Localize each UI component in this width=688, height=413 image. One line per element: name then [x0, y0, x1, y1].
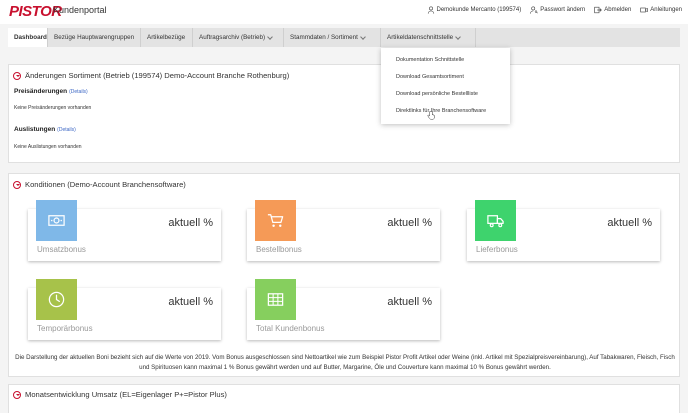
chevron-down-icon	[267, 33, 273, 40]
price-details-link[interactable]: (Details)	[69, 89, 88, 95]
logout-icon	[594, 6, 603, 14]
clock-icon	[48, 291, 65, 308]
conditions-panel: Konditionen (Demo-Account Branchensoftwa…	[8, 173, 680, 377]
collapse-icon	[13, 180, 21, 189]
tab-dashboard[interactable]: Dashboard	[8, 28, 48, 47]
tab-bezuege-hauptwarengruppen[interactable]: Bezüge Hauptwarengruppen	[48, 28, 141, 47]
hand-cursor-icon	[427, 111, 435, 120]
user-key-icon	[530, 6, 539, 14]
delist-details-link[interactable]: (Details)	[57, 127, 76, 133]
password-label: Passwort ändern	[540, 7, 586, 13]
bonus-note: Die Darstellung der aktuellen Boni bezie…	[15, 354, 675, 371]
collapse-icon	[13, 390, 21, 399]
temporaer-icon-tile	[36, 279, 77, 320]
portal-title: Kundenportal	[53, 5, 107, 15]
table-icon	[267, 293, 284, 306]
tab-artikeldatenschnittstelle[interactable]: Artikeldatenschnittstelle	[381, 28, 476, 47]
tab-label: Auftragsarchiv (Betrieb)	[199, 34, 266, 41]
liefer-icon-tile	[475, 200, 516, 241]
bonus-card-umsatz: aktuell % Umsatzbonus	[28, 200, 221, 261]
delistings-text: Keine Auslistungen vorhanden	[14, 144, 82, 150]
umsatz-icon-tile	[36, 200, 77, 241]
temporaer-label: Temporärbonus	[37, 324, 93, 333]
conditions-panel-title: Konditionen (Demo-Account Branchensoftwa…	[25, 180, 186, 189]
bestell-value: aktuell %	[387, 217, 432, 229]
tab-label: Artikeldatenschnittstelle	[387, 34, 454, 41]
video-icon	[640, 7, 648, 13]
liefer-label: Lieferbonus	[476, 245, 518, 254]
conditions-panel-header[interactable]: Konditionen (Demo-Account Branchensoftwa…	[13, 180, 186, 189]
tab-artikelbezuege[interactable]: Artikelbezüge	[141, 28, 193, 47]
top-bar: PISTOR Kundenportal Demokunde Mercanto (…	[0, 0, 688, 24]
menu-item-bestellliste[interactable]: Download persönliche Bestellliste	[396, 91, 478, 97]
truck-icon	[487, 215, 504, 228]
cart-icon	[267, 214, 284, 227]
customer-label: Demokunde Mercanto (199574)	[436, 7, 522, 13]
menu-item-dokumentation[interactable]: Dokumentation Schnittstelle	[396, 57, 464, 63]
bestell-label: Bestellbonus	[256, 245, 302, 254]
logout-link[interactable]: Abmelden	[594, 6, 631, 14]
total-value: aktuell %	[387, 296, 432, 308]
bonus-card-bestell: aktuell % Bestellbonus	[247, 200, 440, 261]
total-label: Total Kundenbonus	[256, 324, 325, 333]
chevron-down-icon	[360, 33, 366, 40]
tab-stammdaten[interactable]: Stammdaten / Sortiment	[284, 28, 381, 47]
menu-item-direktlinks[interactable]: Direktlinks für Ihre Branchensoftware	[396, 108, 486, 114]
artikeldaten-dropdown: Dokumentation Schnittstelle Download Ges…	[381, 48, 510, 124]
price-changes-heading: Preisänderungen (Details)	[14, 88, 88, 95]
monthly-panel-title: Monatsentwicklung Umsatz (EL=Eigenlager …	[25, 390, 227, 399]
main-nav: Dashboard Bezüge Hauptwarengruppen Artik…	[8, 28, 680, 47]
tab-label: Artikelbezüge	[147, 34, 186, 41]
bonus-card-temporaer: aktuell % Temporärbonus	[28, 279, 221, 340]
money-icon	[48, 215, 65, 226]
liefer-value: aktuell %	[607, 217, 652, 229]
tab-label: Bezüge Hauptwarengruppen	[54, 34, 135, 41]
monthly-panel-header[interactable]: Monatsentwicklung Umsatz (EL=Eigenlager …	[13, 390, 227, 399]
changes-panel: Änderungen Sortiment (Betrieb (199574) D…	[8, 64, 680, 163]
user-icon	[427, 6, 434, 14]
bonus-card-total: aktuell % Total Kundenbonus	[247, 279, 440, 340]
monthly-panel: Monatsentwicklung Umsatz (EL=Eigenlager …	[8, 384, 680, 413]
umsatz-label: Umsatzbonus	[37, 245, 86, 254]
tab-label: Stammdaten / Sortiment	[290, 34, 358, 41]
tab-label: Dashboard	[14, 34, 47, 41]
guides-label: Anleitungen	[650, 7, 682, 13]
tab-auftragsarchiv[interactable]: Auftragsarchiv (Betrieb)	[193, 28, 284, 47]
customer-link[interactable]: Demokunde Mercanto (199574)	[427, 6, 522, 14]
changes-panel-title: Änderungen Sortiment (Betrieb (199574) D…	[25, 71, 290, 80]
umsatz-value: aktuell %	[168, 217, 213, 229]
price-changes-title: Preisänderungen	[14, 88, 68, 95]
collapse-icon	[13, 71, 21, 80]
total-icon-tile	[255, 279, 296, 320]
temporaer-value: aktuell %	[168, 296, 213, 308]
chevron-down-icon	[455, 33, 461, 40]
bestell-icon-tile	[255, 200, 296, 241]
guides-link[interactable]: Anleitungen	[640, 6, 682, 14]
delistings-title: Auslistungen	[14, 126, 56, 133]
logout-label: Abmelden	[604, 7, 632, 13]
delistings-heading: Auslistungen (Details)	[14, 126, 76, 133]
password-link[interactable]: Passwort ändern	[530, 6, 585, 14]
user-menu: Demokunde Mercanto (199574) Passwort änd…	[427, 6, 682, 14]
menu-item-gesamtsortiment[interactable]: Download Gesamtsortiment	[396, 74, 464, 80]
bonus-card-liefer: aktuell % Lieferbonus	[467, 200, 660, 261]
changes-panel-header[interactable]: Änderungen Sortiment (Betrieb (199574) D…	[13, 71, 289, 80]
price-changes-text: Keine Preisänderungen vorhanden	[14, 105, 92, 111]
